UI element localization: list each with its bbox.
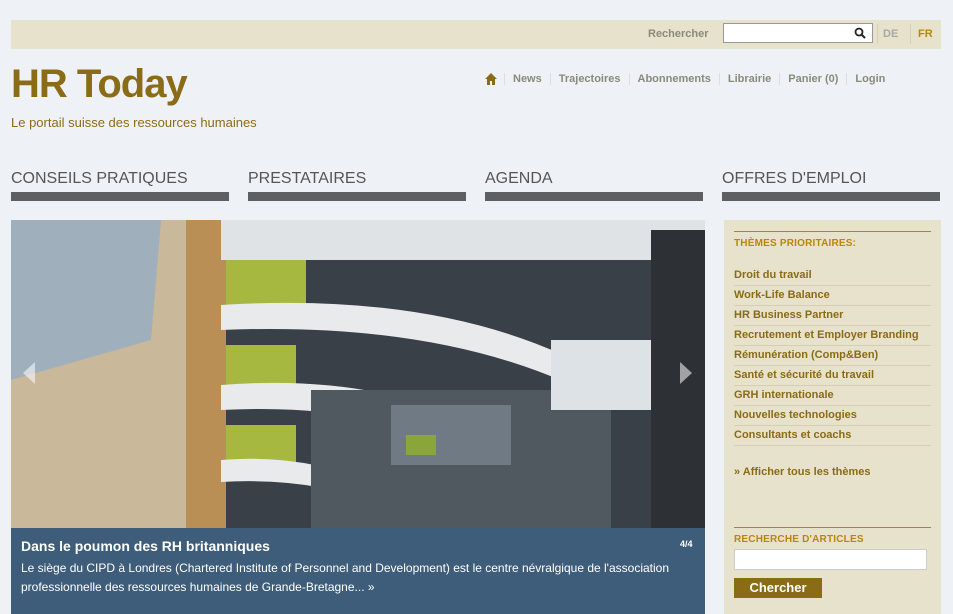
nav-abonnements[interactable]: Abonnements: [628, 73, 719, 85]
divider: [877, 24, 878, 44]
mainnav-bar: [722, 192, 940, 201]
theme-link[interactable]: Santé et sécurité du travail: [734, 366, 931, 386]
divider: [734, 527, 931, 528]
top-navigation: News Trajectoires Abonnements Librairie …: [484, 72, 893, 86]
theme-link[interactable]: Droit du travail: [734, 266, 931, 286]
nav-login[interactable]: Login: [846, 73, 893, 85]
lang-de-link[interactable]: DE: [883, 28, 898, 40]
top-utility-bar: Rechercher DE FR: [11, 20, 941, 49]
nav-panier[interactable]: Panier (0): [779, 73, 846, 85]
article-search-input[interactable]: [734, 549, 927, 570]
article-search-heading: RECHERCHE D'ARTICLES: [734, 534, 864, 545]
theme-link[interactable]: Work-Life Balance: [734, 286, 931, 306]
theme-link[interactable]: HR Business Partner: [734, 306, 931, 326]
search-button[interactable]: Chercher: [734, 578, 822, 598]
next-arrow-icon[interactable]: [676, 360, 696, 386]
mainnav-conseils-pratiques[interactable]: CONSEILS PRATIQUES: [11, 170, 229, 201]
theme-link[interactable]: Consultants et coachs: [734, 426, 931, 446]
mainnav-bar: [485, 192, 703, 201]
hero-slider[interactable]: Dans le poumon des RH britanniques Le si…: [11, 220, 705, 614]
theme-link[interactable]: GRH internationale: [734, 386, 931, 406]
theme-link[interactable]: Nouvelles technologies: [734, 406, 931, 426]
home-icon[interactable]: [484, 72, 498, 86]
search-label: Rechercher: [648, 28, 709, 40]
mainnav-label: PRESTATAIRES: [248, 170, 367, 187]
mainnav-label: OFFRES D'EMPLOI: [722, 170, 867, 187]
nav-librairie[interactable]: Librairie: [718, 73, 779, 85]
themes-heading: THÈMES PRIORITAIRES:: [734, 238, 857, 249]
all-themes-link[interactable]: » Afficher tous les thèmes: [734, 466, 871, 478]
hero-title[interactable]: Dans le poumon des RH britanniques: [21, 538, 270, 554]
mainnav-bar: [248, 192, 466, 201]
mainnav-label: CONSEILS PRATIQUES: [11, 170, 188, 187]
slide-counter: 4/4: [680, 539, 693, 549]
prev-arrow-icon[interactable]: [19, 360, 39, 386]
search-icon[interactable]: [854, 27, 866, 39]
nav-trajectoires[interactable]: Trajectoires: [549, 73, 629, 85]
site-logo[interactable]: HR Today: [11, 62, 188, 107]
hero-caption[interactable]: Dans le poumon des RH britanniques Le si…: [11, 528, 705, 614]
sidebar: THÈMES PRIORITAIRES: Droit du travail Wo…: [724, 220, 941, 614]
theme-link[interactable]: Rémunération (Comp&Ben): [734, 346, 931, 366]
search-input[interactable]: [723, 23, 873, 43]
mainnav-agenda[interactable]: AGENDA: [485, 170, 703, 201]
themes-list: Droit du travail Work-Life Balance HR Bu…: [734, 266, 931, 446]
theme-link[interactable]: Recrutement et Employer Branding: [734, 326, 931, 346]
mainnav-offres-emploi[interactable]: OFFRES D'EMPLOI: [722, 170, 940, 201]
site-tagline: Le portail suisse des ressources humaine…: [11, 115, 257, 130]
lang-fr-link[interactable]: FR: [918, 28, 933, 40]
mainnav-prestataires[interactable]: PRESTATAIRES: [248, 170, 466, 201]
divider: [910, 24, 911, 44]
hero-text: Le siège du CIPD à Londres (Chartered In…: [21, 561, 669, 594]
divider: [734, 231, 931, 232]
mainnav-label: AGENDA: [485, 170, 553, 187]
nav-news[interactable]: News: [504, 73, 550, 85]
mainnav-bar: [11, 192, 229, 201]
